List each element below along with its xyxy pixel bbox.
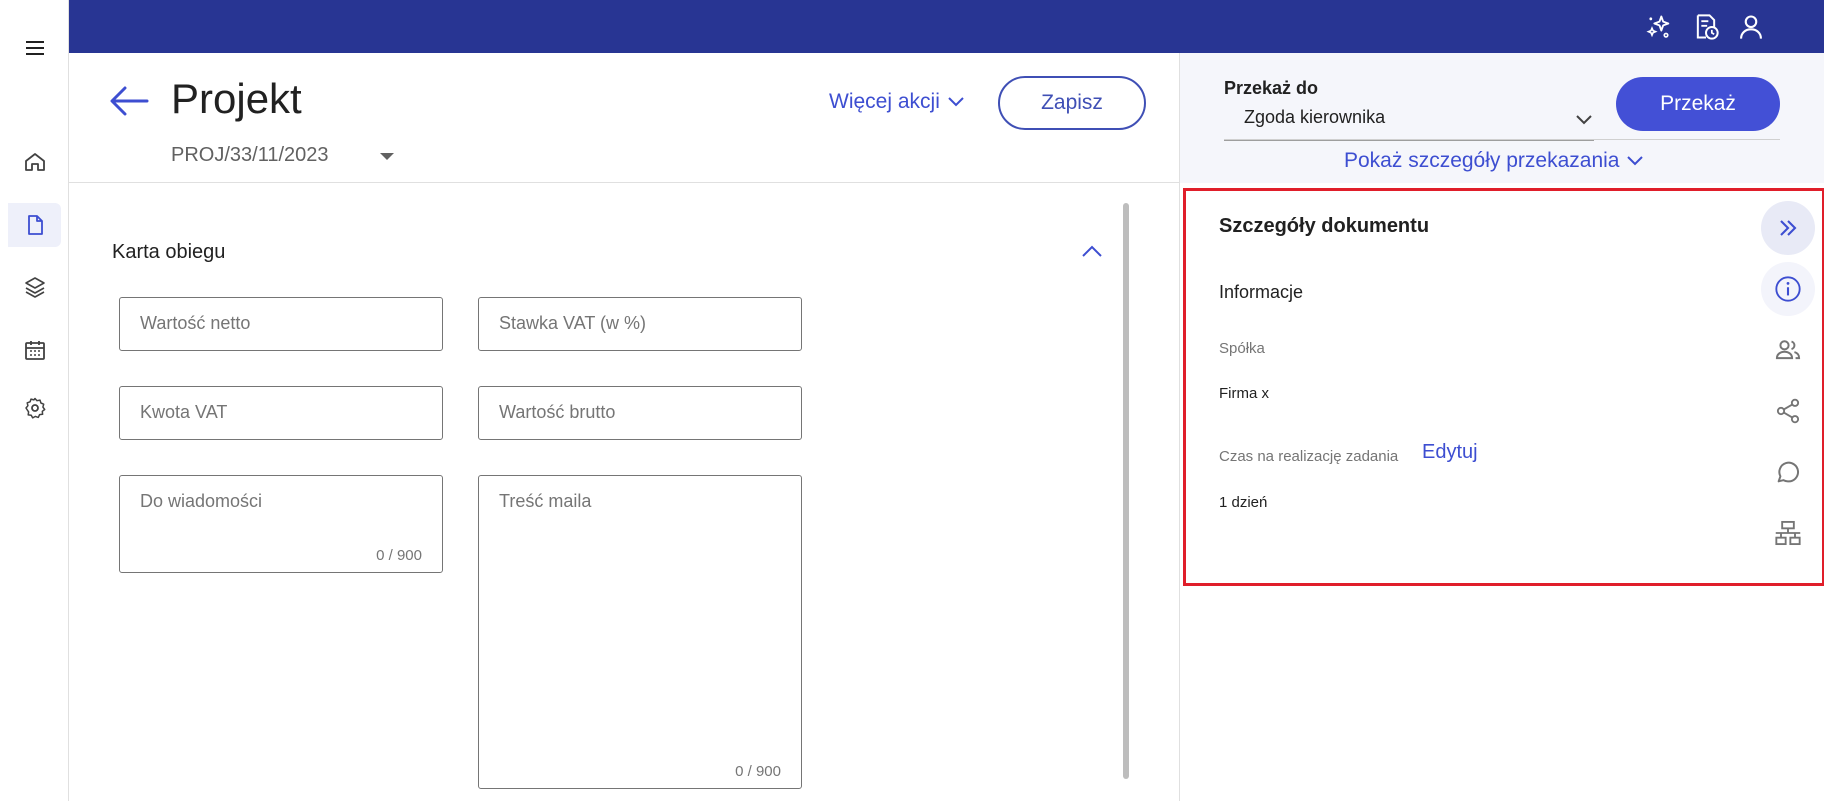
more-actions-label: Więcej akcji (829, 90, 940, 113)
transfer-target-value: Zgoda kierownika (1244, 107, 1386, 127)
page-title: Projekt (171, 75, 302, 122)
top-bar (69, 0, 1824, 53)
collapse-panel-double-chevron-icon[interactable] (1761, 201, 1815, 255)
left-navigation (0, 0, 69, 801)
net-value-placeholder: Wartość netto (140, 313, 251, 333)
vat-amount-field[interactable]: Kwota VAT (119, 386, 443, 440)
vat-rate-placeholder: Stawka VAT (w %) (499, 313, 647, 333)
right-panel: Przekaż do Zgoda kierownika Przekaż Poka… (1179, 53, 1824, 801)
mail-body-character-counter: 0 / 900 (735, 763, 781, 780)
task-time-value: 1 dzień (1219, 494, 1268, 511)
cc-textarea[interactable]: Do wiadomości 0 / 900 (119, 475, 443, 573)
transfer-section: Przekaż do Zgoda kierownika Przekaż Poka… (1180, 53, 1824, 183)
back-arrow-icon[interactable] (109, 83, 149, 119)
net-value-field[interactable]: Wartość netto (119, 297, 443, 351)
task-time-label: Czas na realizację zadania (1219, 448, 1399, 465)
document-clock-icon[interactable] (1691, 12, 1721, 42)
transfer-underline (1224, 139, 1780, 140)
calendar-icon[interactable] (20, 335, 50, 365)
settings-gear-icon[interactable] (20, 393, 50, 423)
sparkles-ai-icon[interactable] (1644, 12, 1674, 42)
document-details-panel: Szczegóły dokumentu Informacje Spółka Fi… (1183, 188, 1824, 586)
transfer-to-label: Przekaż do (1224, 78, 1319, 98)
chevron-down-icon (1627, 156, 1644, 166)
save-button[interactable]: Zapisz (998, 76, 1146, 130)
details-info-heading: Informacje (1219, 282, 1304, 302)
show-transfer-details-label: Pokaż szczegóły przekazania (1344, 149, 1620, 172)
document-number-dropdown-icon[interactable] (380, 153, 394, 160)
home-icon[interactable] (20, 147, 50, 177)
edit-task-time-link[interactable]: Edytuj (1422, 441, 1478, 464)
details-title: Szczegóły dokumentu (1219, 215, 1430, 237)
documents-icon[interactable] (8, 203, 61, 247)
document-number: PROJ/33/11/2023 (171, 144, 329, 166)
show-transfer-details-link[interactable]: Pokaż szczegóły przekazania (1344, 149, 1644, 173)
company-label: Spółka (1219, 340, 1265, 357)
gross-value-placeholder: Wartość brutto (499, 402, 616, 422)
chevron-up-icon[interactable] (1081, 243, 1103, 259)
header-divider (69, 182, 1179, 183)
user-account-icon[interactable] (1736, 12, 1766, 42)
chevron-down-icon (948, 97, 964, 107)
info-icon[interactable] (1761, 262, 1815, 316)
layers-icon[interactable] (20, 272, 50, 302)
more-actions-button[interactable]: Więcej akcji (829, 90, 964, 114)
cc-placeholder: Do wiadomości (140, 491, 263, 511)
comment-icon[interactable] (1761, 445, 1815, 499)
people-icon[interactable] (1761, 323, 1815, 377)
mail-body-textarea[interactable]: Treść maila 0 / 900 (478, 475, 802, 789)
chevron-down-icon (1576, 115, 1592, 125)
transfer-target-select[interactable]: Zgoda kierownika (1224, 99, 1594, 141)
transfer-button[interactable]: Przekaż (1616, 77, 1780, 131)
scrollbar-thumb[interactable] (1123, 203, 1129, 779)
workflow-diagram-icon[interactable] (1761, 506, 1815, 560)
section-title: Karta obiegu (112, 241, 226, 263)
hamburger-menu-icon[interactable] (20, 33, 50, 63)
company-value: Firma x (1219, 385, 1269, 402)
vat-rate-field[interactable]: Stawka VAT (w %) (478, 297, 802, 351)
cc-character-counter: 0 / 900 (376, 547, 422, 564)
share-icon[interactable] (1761, 384, 1815, 438)
vat-amount-placeholder: Kwota VAT (140, 402, 228, 422)
gross-value-field[interactable]: Wartość brutto (478, 386, 802, 440)
main-content: Projekt PROJ/33/11/2023 Więcej akcji Zap… (69, 53, 1179, 801)
mail-body-placeholder: Treść maila (499, 491, 592, 511)
